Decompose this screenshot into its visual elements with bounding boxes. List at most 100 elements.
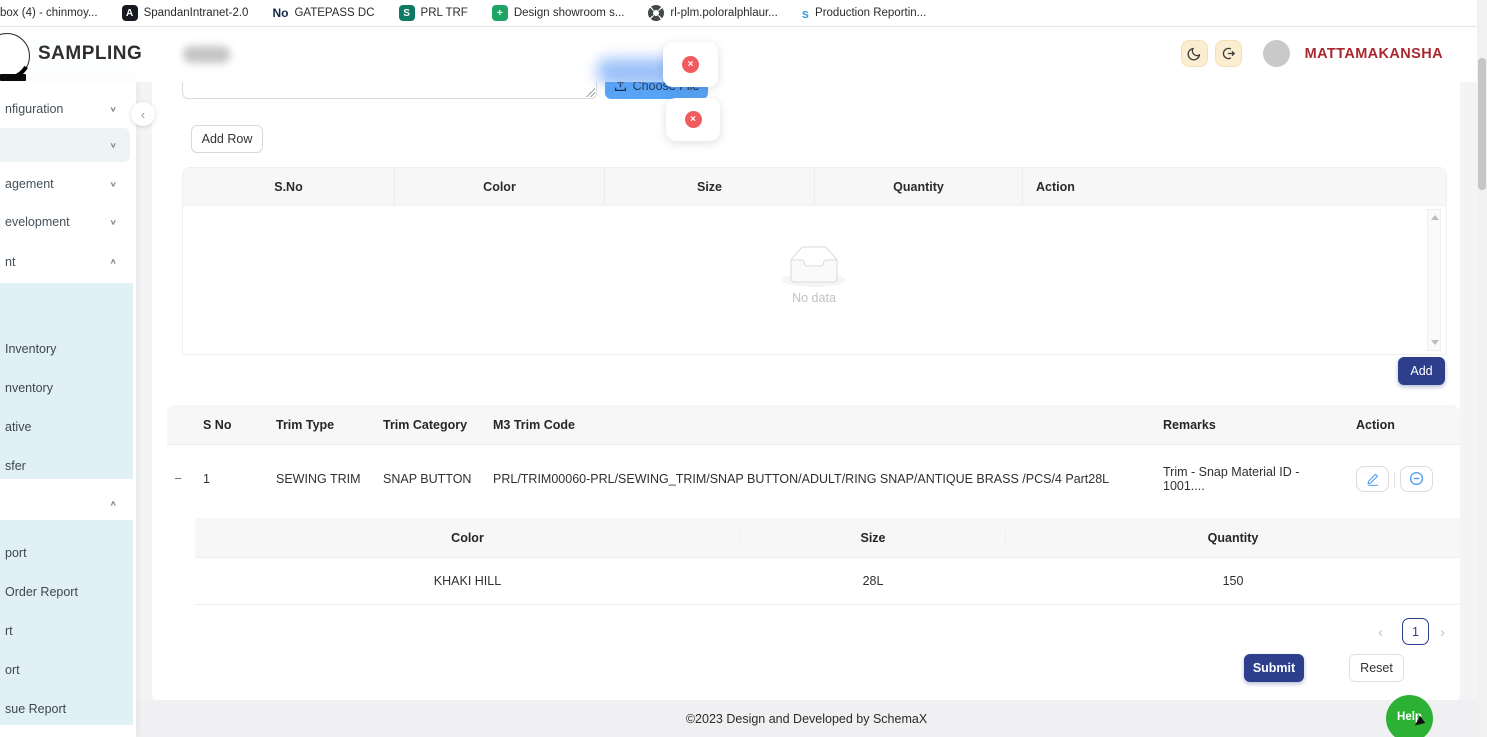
submit-button[interactable]: Submit <box>1244 654 1304 682</box>
app-logo <box>0 33 30 79</box>
edit-row-button[interactable] <box>1356 466 1389 492</box>
page-scrollbar[interactable] <box>1477 0 1487 737</box>
remove-row-button[interactable] <box>1400 466 1433 492</box>
reset-button[interactable]: Reset <box>1349 654 1404 682</box>
remove-file-button[interactable]: × <box>682 56 699 73</box>
pagination-page-1[interactable]: 1 <box>1402 618 1429 645</box>
sharepoint-icon: S <box>399 5 415 21</box>
sidebar-collapse-button[interactable]: ‹ <box>131 102 155 126</box>
main-content-card: Choose File Add Row S.No Color Size Quan… <box>152 27 1460 702</box>
bookmark-design-showroom[interactable]: + Design showroom s... <box>492 5 625 21</box>
sidebar-subitem-inventory[interactable]: Inventory <box>0 329 133 368</box>
bookmark-label: PRL TRF <box>421 7 468 19</box>
bookmark-production-reporting[interactable]: s Production Reportin... <box>802 5 926 21</box>
sidebar-subitem-inventory-2[interactable]: nventory <box>0 368 133 407</box>
sidebar-item-expanded-section[interactable]: nt ∧ <box>0 245 130 278</box>
sidebar-subitem-transfer[interactable]: sfer <box>0 446 133 485</box>
app-header: SAMPLING MATTAMAKANSHA <box>0 27 1477 82</box>
sidebar-item-development[interactable]: evelopment ∨ <box>0 205 130 239</box>
cell-remarks: Trim - Snap Material ID - 1001.... <box>1145 465 1343 493</box>
sidebar-item-blurred[interactable]: ∨ <box>0 128 130 162</box>
file-preview-card: × <box>666 98 720 141</box>
sidebar: nfiguration ∨ ∨ agement ∨ evelopment ∨ n… <box>0 82 136 737</box>
sidebar-subitem-report-2[interactable]: rt <box>0 611 133 650</box>
cell-size: 28L <box>740 574 1006 588</box>
browser-viewport: box (4) - chinmoy... A SpandanIntranet-2… <box>0 0 1487 737</box>
avatar[interactable] <box>1263 40 1290 67</box>
sidebar-item-label: nfiguration <box>5 102 63 116</box>
table-scrollbar[interactable] <box>1427 209 1441 351</box>
sidebar-item-configuration[interactable]: nfiguration ∨ <box>0 93 130 125</box>
sidebar-item-label: evelopment <box>5 215 70 229</box>
pagination-prev[interactable]: ‹ <box>1378 624 1383 641</box>
bookmark-label: rl-plm.poloralphlaur... <box>670 7 777 19</box>
cell-action <box>1343 466 1460 492</box>
bookmark-label: SpandanIntranet-2.0 <box>144 7 249 19</box>
page-title: SAMPLING <box>38 43 142 65</box>
copyright-text: ©2023 Design and Developed by SchemaX <box>686 712 927 726</box>
column-header-quantity: Quantity <box>1006 531 1460 545</box>
cell-trim-type: SEWING TRIM <box>265 472 373 486</box>
bookmark-inbox[interactable]: box (4) - chinmoy... <box>0 7 98 19</box>
logout-icon <box>1221 46 1236 61</box>
scroll-up-arrow-icon[interactable] <box>1431 215 1439 220</box>
sidebar-subitem-order-report[interactable]: Order Report <box>0 572 133 611</box>
cell-color: KHAKI HILL <box>195 574 740 588</box>
color-size-subtable: Color Size Quantity KHAKI HILL 28L 150 <box>195 518 1460 605</box>
sidebar-subitem-issue-report[interactable]: sue Report <box>0 689 133 728</box>
sidebar-submenu-inventory: Inventory nventory ative sfer <box>0 283 133 479</box>
trim-table: S No Trim Type Trim Category M3 Trim Cod… <box>167 405 1460 605</box>
action-divider <box>1394 471 1395 487</box>
column-header-action: Action <box>1023 168 1446 205</box>
chevron-down-icon: ∨ <box>110 180 117 188</box>
file-preview-card: × <box>663 42 718 87</box>
sidebar-item-reports-section[interactable]: ∧ <box>0 488 130 518</box>
header-actions: MATTAMAKANSHA <box>1181 40 1443 67</box>
sidebar-item-label: nt <box>5 255 15 269</box>
blurred-label <box>183 46 230 63</box>
size-table-header: S.No Color Size Quantity Action <box>182 167 1447 206</box>
remove-file-button[interactable]: × <box>685 111 702 128</box>
cell-sno: 1 <box>195 472 265 486</box>
username: MATTAMAKANSHA <box>1305 46 1443 62</box>
history-button[interactable] <box>1181 40 1208 67</box>
scroll-down-arrow-icon[interactable] <box>1431 340 1439 345</box>
angular-icon: A <box>122 5 138 21</box>
column-header-quantity: Quantity <box>815 168 1023 205</box>
sheets-icon: + <box>492 5 508 21</box>
trim-table-header: S No Trim Type Trim Category M3 Trim Cod… <box>167 405 1460 445</box>
minus-circle-icon <box>1409 471 1424 486</box>
cell-trim-category: SNAP BUTTON <box>373 472 483 486</box>
bookmark-gatepass-dc[interactable]: No GATEPASS DC <box>272 5 374 21</box>
column-header-sno: S No <box>195 418 265 432</box>
stream-icon: s <box>802 5 809 21</box>
moon-icon <box>1187 46 1202 61</box>
column-header-color: Color <box>195 531 740 545</box>
bookmark-rl-plm[interactable]: rl-plm.poloralphlaur... <box>648 5 777 21</box>
help-button[interactable]: Help <box>1386 695 1433 737</box>
chevron-down-icon: ∨ <box>110 105 117 113</box>
scrollbar-thumb[interactable] <box>1478 58 1486 190</box>
empty-state: No data <box>774 246 854 305</box>
subtable-header: Color Size Quantity <box>195 518 1460 558</box>
collapse-row-toggle[interactable]: − <box>174 471 182 486</box>
bookmark-label: box (4) - chinmoy... <box>0 7 98 19</box>
chevron-up-icon: ∧ <box>110 499 117 507</box>
column-header-trim-type: Trim Type <box>265 418 373 432</box>
column-header-action: Action <box>1343 418 1460 432</box>
add-row-button[interactable]: Add Row <box>191 125 263 153</box>
pagination-next[interactable]: › <box>1440 624 1445 641</box>
chevron-up-icon: ∧ <box>110 258 117 266</box>
logout-button[interactable] <box>1215 40 1242 67</box>
bookmark-spandan-intranet[interactable]: A SpandanIntranet-2.0 <box>122 5 249 21</box>
bookmark-prl-trf[interactable]: S PRL TRF <box>399 5 468 21</box>
add-button[interactable]: Add <box>1398 357 1445 385</box>
footer: ©2023 Design and Developed by SchemaX <box>136 700 1477 737</box>
column-header-m3-trim-code: M3 Trim Code <box>483 418 1145 432</box>
sidebar-subitem-ative[interactable]: ative <box>0 407 133 446</box>
sidebar-item-management[interactable]: agement ∨ <box>0 168 130 200</box>
sidebar-subitem-report-1[interactable]: port <box>0 533 133 572</box>
sidebar-item-label: agement <box>5 177 54 191</box>
sidebar-subitem-report-3[interactable]: ort <box>0 650 133 689</box>
app-logo-mark <box>0 74 26 81</box>
